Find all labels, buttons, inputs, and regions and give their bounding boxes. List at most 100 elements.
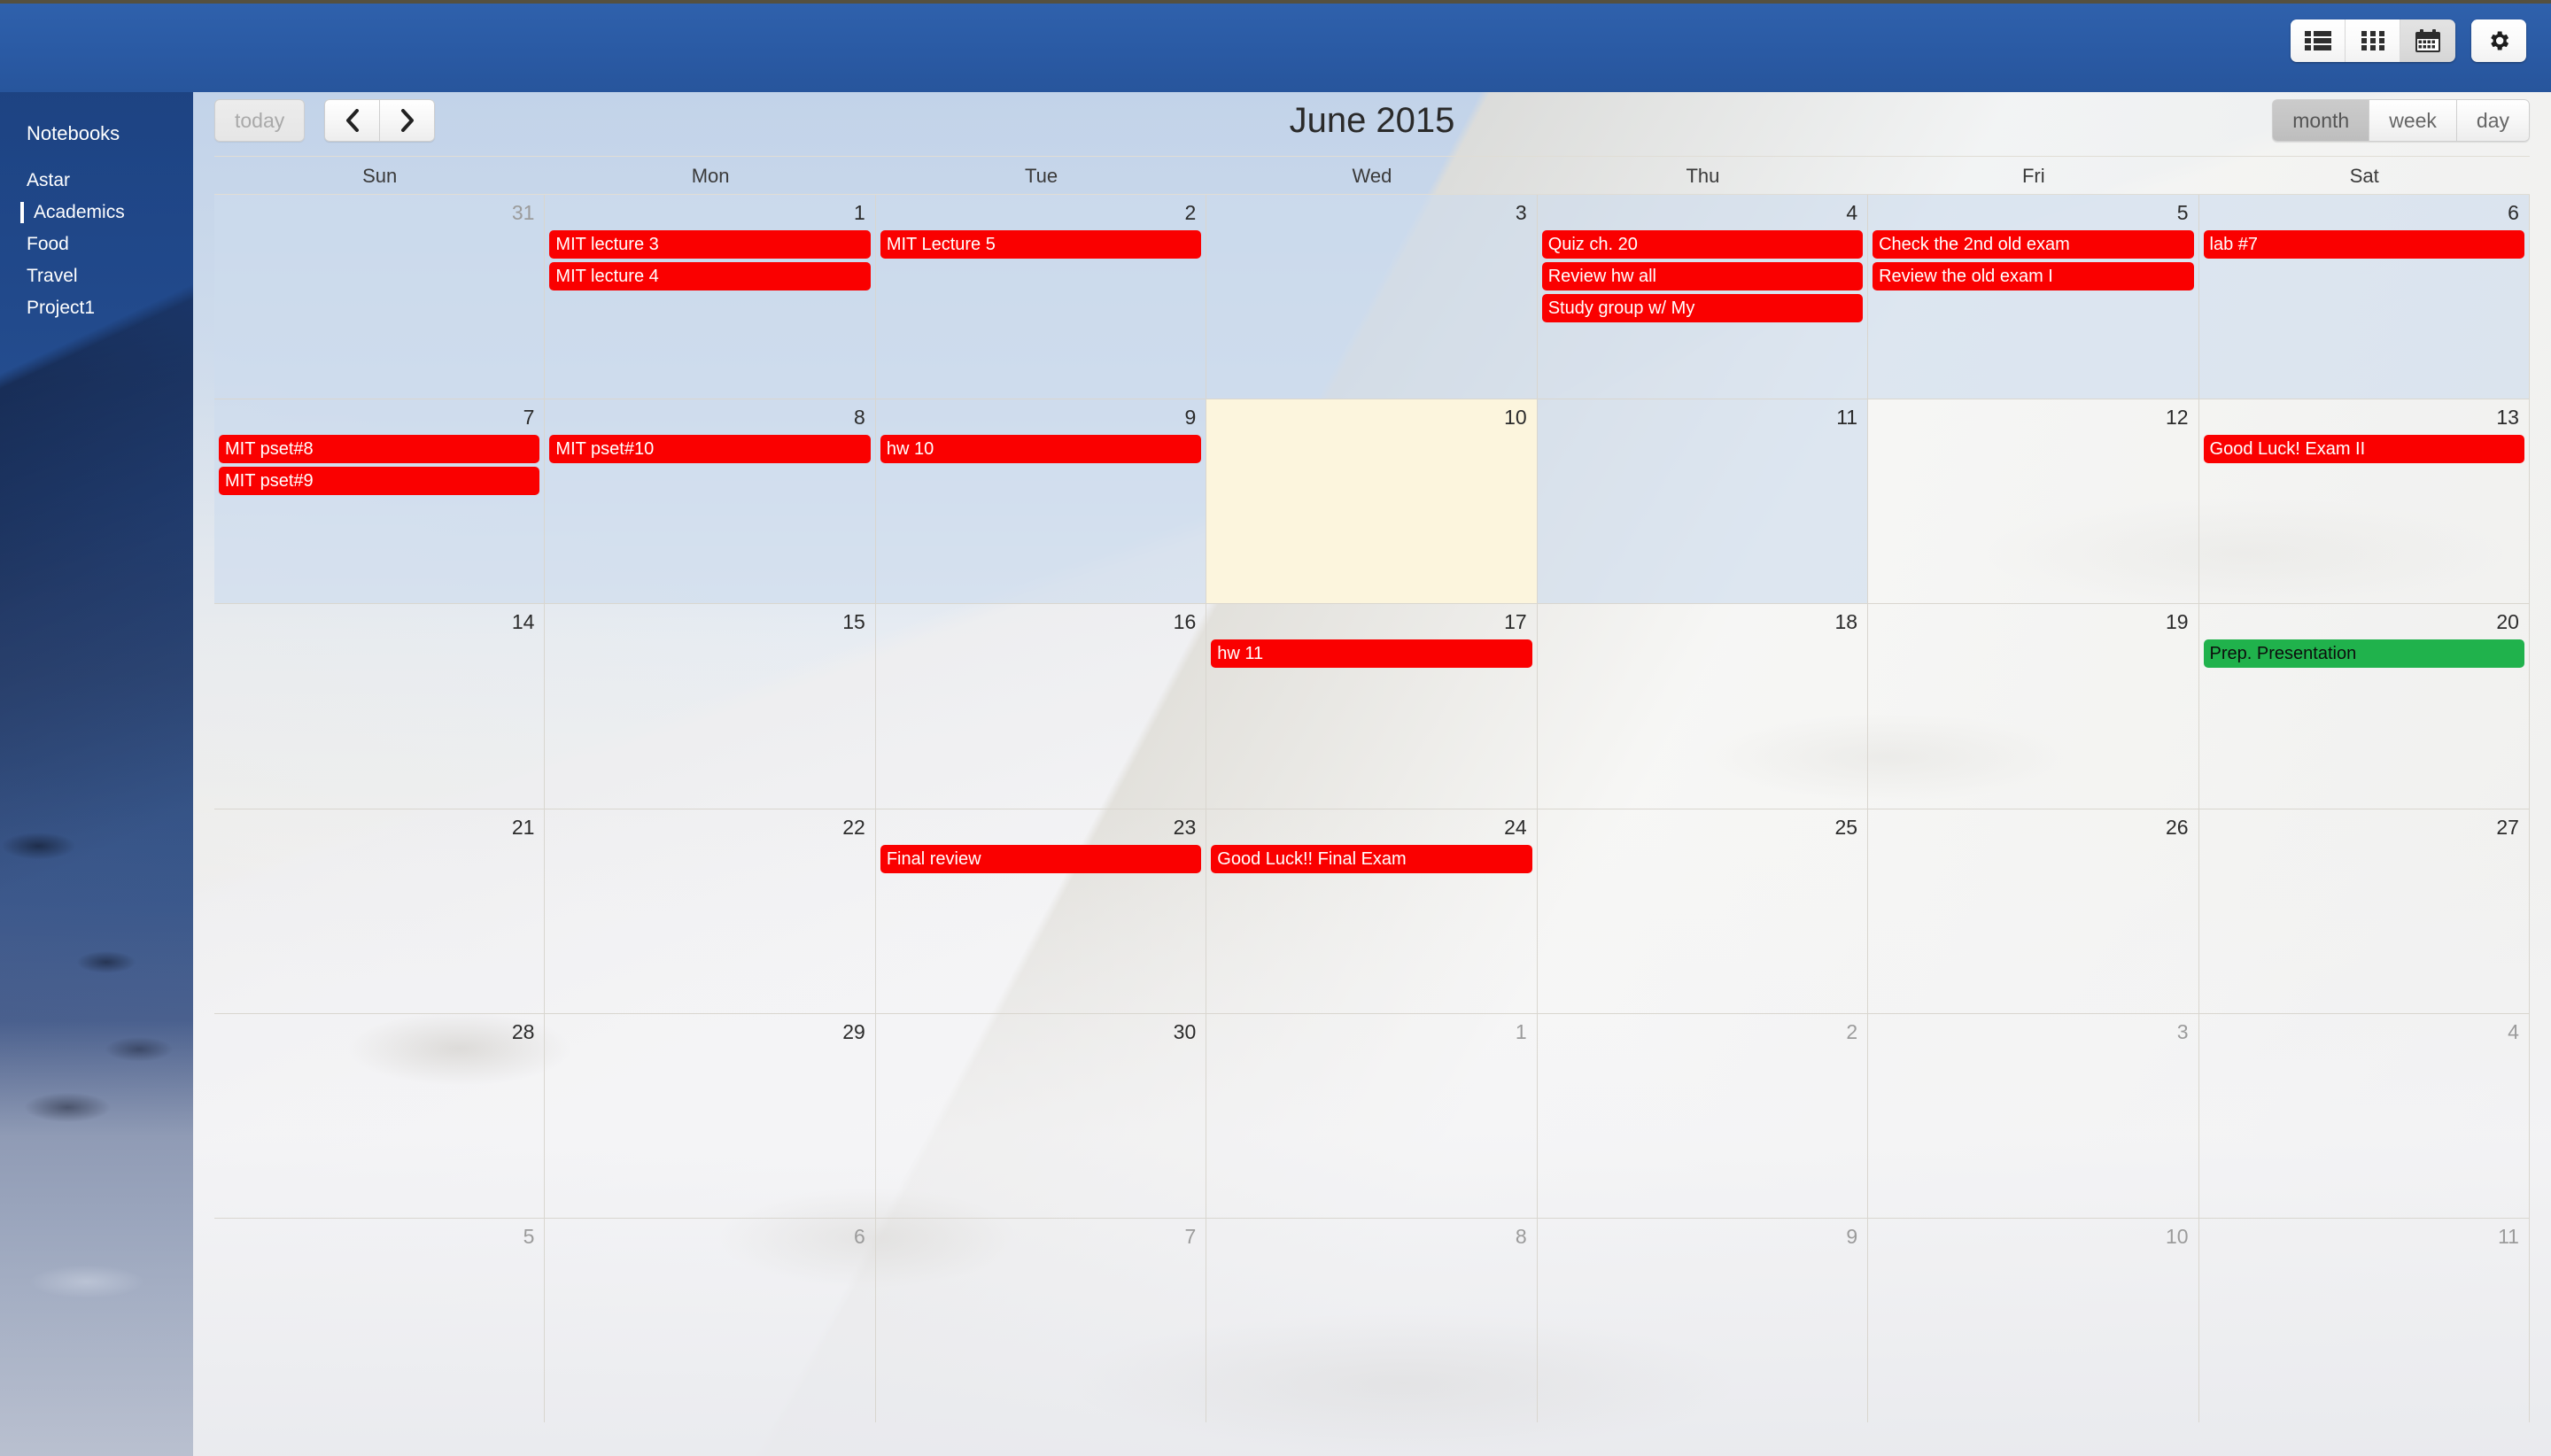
list-view-button[interactable] xyxy=(2291,19,2346,62)
calendar-day-cell[interactable]: 20 Prep. Presentation xyxy=(2199,604,2530,809)
sidebar-section-notebooks: Notebooks xyxy=(27,122,120,144)
day-events: Check the 2nd old exam Review the old exa… xyxy=(1873,230,2194,294)
calendar-day-cell[interactable]: 3 xyxy=(1868,1013,2199,1218)
calendar-day-cell[interactable]: 29 xyxy=(545,1013,876,1218)
calendar-day-cell[interactable]: 6 xyxy=(545,1218,876,1423)
calendar-day-cell[interactable]: 28 xyxy=(214,1013,546,1218)
calendar-day-cell[interactable]: 2 MIT Lecture 5 xyxy=(875,195,1207,399)
calendar-event[interactable]: MIT lecture 3 xyxy=(549,230,871,259)
calendar-day-cell[interactable]: 10 xyxy=(1868,1218,2199,1423)
calendar-day-cell[interactable]: 26 xyxy=(1868,809,2199,1013)
calendar-event[interactable]: hw 10 xyxy=(880,435,1202,464)
calendar-event[interactable]: Quiz ch. 20 xyxy=(1541,230,1864,259)
calendar-day-cell[interactable]: 27 xyxy=(2199,809,2530,1013)
active-indicator-bar xyxy=(20,202,24,223)
calendar-view-controls: month week day xyxy=(2272,99,2530,142)
sidebar-item-food[interactable]: Food xyxy=(0,228,193,260)
day-number: 9 xyxy=(1846,1224,1858,1248)
day-number: 22 xyxy=(842,815,865,839)
calendar-day-cell[interactable]: 11 xyxy=(2199,1218,2530,1423)
calendar-day-cell[interactable]: 8 xyxy=(1206,1218,1538,1423)
day-number: 21 xyxy=(511,815,535,839)
day-number: 8 xyxy=(854,406,865,430)
calendar-day-cell[interactable]: 8 MIT pset#10 xyxy=(545,399,876,604)
calendar-day-cell[interactable]: 31 xyxy=(214,195,546,399)
calendar-event[interactable]: Check the 2nd old exam xyxy=(1873,230,2194,259)
day-events: hw 11 xyxy=(1211,639,1532,671)
calendar-day-cell[interactable]: 19 xyxy=(1868,604,2199,809)
calendar-day-cell[interactable]: 16 xyxy=(876,604,1207,809)
calendar-day-cell[interactable]: 6 lab #7 xyxy=(2198,195,2530,399)
calendar-event[interactable]: Review the old exam I xyxy=(1873,262,2194,290)
day-number: 15 xyxy=(842,610,865,634)
day-events: Quiz ch. 20 Review hw all Study group w/ M… xyxy=(1541,230,1864,326)
grid-view-button[interactable] xyxy=(2346,19,2400,62)
calendar-day-cell[interactable]: 5 xyxy=(214,1218,546,1423)
sidebar-nav: Notebooks Astar Academics Food Travel Pr… xyxy=(0,120,193,324)
calendar-event[interactable]: Study group w/ My xyxy=(1541,294,1864,322)
calendar-day-cell[interactable]: 24 Good Luck!! Final Exam xyxy=(1206,809,1538,1013)
calendar-day-cell[interactable]: 2 xyxy=(1538,1013,1869,1218)
calendar-day-cell[interactable]: 13 Good Luck! Exam II xyxy=(2199,399,2530,604)
calendar-event[interactable]: Final review xyxy=(880,844,1202,873)
calendar-day-cell[interactable]: 4 xyxy=(2199,1013,2530,1218)
day-number: 26 xyxy=(2165,815,2189,839)
calendar-day-cell[interactable]: 14 xyxy=(214,604,546,809)
calendar-day-cell[interactable]: 11 xyxy=(1537,399,1869,604)
calendar-event[interactable]: lab #7 xyxy=(2203,230,2524,259)
calendar-event[interactable]: MIT Lecture 5 xyxy=(880,230,1202,259)
calendar-day-cell[interactable]: 9 xyxy=(1538,1218,1869,1423)
day-events: Prep. Presentation xyxy=(2203,639,2524,671)
calendar-day-cell[interactable]: 1 xyxy=(1206,1013,1538,1218)
calendar-event[interactable]: Good Luck!! Final Exam xyxy=(1211,844,1532,873)
day-header-sat: Sat xyxy=(2349,165,2379,187)
day-number: 25 xyxy=(1834,815,1858,839)
calendar-day-cell[interactable]: 3 xyxy=(1206,195,1538,399)
calendar-event[interactable]: MIT pset#9 xyxy=(219,467,540,496)
calendar-event[interactable]: MIT pset#10 xyxy=(549,435,871,464)
calendar-view-button[interactable] xyxy=(2400,19,2455,62)
sidebar-item-astar[interactable]: Astar xyxy=(0,165,193,197)
sidebar-item-travel[interactable]: Travel xyxy=(0,260,193,292)
settings-button[interactable] xyxy=(2471,19,2526,62)
calendar-day-cell[interactable]: 25 xyxy=(1538,809,1869,1013)
calendar-day-cell[interactable]: 5 Check the 2nd old exam Review the old ex… xyxy=(1868,195,2199,399)
calendar-day-cell[interactable]: 21 xyxy=(214,809,546,1013)
calendar-day-cell[interactable]: 7 xyxy=(876,1218,1207,1423)
view-mode-group: month week day xyxy=(2272,99,2530,142)
calendar-week-row: 14 15 16 17 hw 11 18 19 20 Prep. Presentation xyxy=(214,604,2530,809)
grid-icon xyxy=(2361,31,2384,50)
calendar-day-cell[interactable]: 4 Quiz ch. 20 Review hw all Study group w/ … xyxy=(1537,195,1869,399)
calendar-event[interactable]: MIT lecture 4 xyxy=(549,262,871,290)
view-week-button[interactable]: week xyxy=(2369,99,2456,142)
app-root: Academics Notebooks Astar Academics Food… xyxy=(0,0,2551,1456)
day-number: 7 xyxy=(1184,1224,1197,1248)
calendar-event[interactable]: Good Luck! Exam II xyxy=(2203,435,2524,464)
day-header-mon: Mon xyxy=(691,165,730,187)
sidebar-item-academics[interactable]: Academics xyxy=(0,197,193,228)
calendar-event[interactable]: Prep. Presentation xyxy=(2203,639,2524,669)
calendar-day-cell[interactable]: 15 xyxy=(545,604,876,809)
calendar-event[interactable]: hw 11 xyxy=(1211,639,1532,669)
calendar-day-cell[interactable]: 1 MIT lecture 3 MIT lecture 4 xyxy=(545,195,876,399)
day-number: 2 xyxy=(1846,1019,1858,1043)
calendar-day-cell[interactable]: 18 xyxy=(1538,604,1869,809)
calendar-day-cell[interactable]: 7 MIT pset#8 MIT pset#9 xyxy=(214,399,546,604)
calendar-day-cell[interactable]: 22 xyxy=(545,809,876,1013)
calendar-day-cell[interactable]: 17 hw 11 xyxy=(1206,604,1538,809)
day-number: 29 xyxy=(842,1019,865,1043)
calendar-event[interactable]: Review hw all xyxy=(1541,262,1864,290)
day-number: 11 xyxy=(1836,406,1858,430)
calendar-day-cell[interactable]: 12 xyxy=(1868,399,2199,604)
view-month-button[interactable]: month xyxy=(2272,99,2369,142)
day-number: 2 xyxy=(1184,201,1197,224)
view-day-button[interactable]: day xyxy=(2455,99,2530,142)
sidebar-item-label: Food xyxy=(27,234,69,254)
calendar-day-cell[interactable]: 9 hw 10 xyxy=(875,399,1207,604)
calendar-day-cell[interactable]: 10 xyxy=(1206,399,1538,604)
calendar-day-cell[interactable]: 23 Final review xyxy=(876,809,1207,1013)
calendar-day-cell[interactable]: 30 xyxy=(876,1013,1207,1218)
calendar-event[interactable]: MIT pset#8 xyxy=(219,435,540,464)
calendar-week-row: 28 29 30 1 2 3 4 xyxy=(214,1013,2530,1219)
sidebar-item-project1[interactable]: Project1 xyxy=(0,292,193,324)
